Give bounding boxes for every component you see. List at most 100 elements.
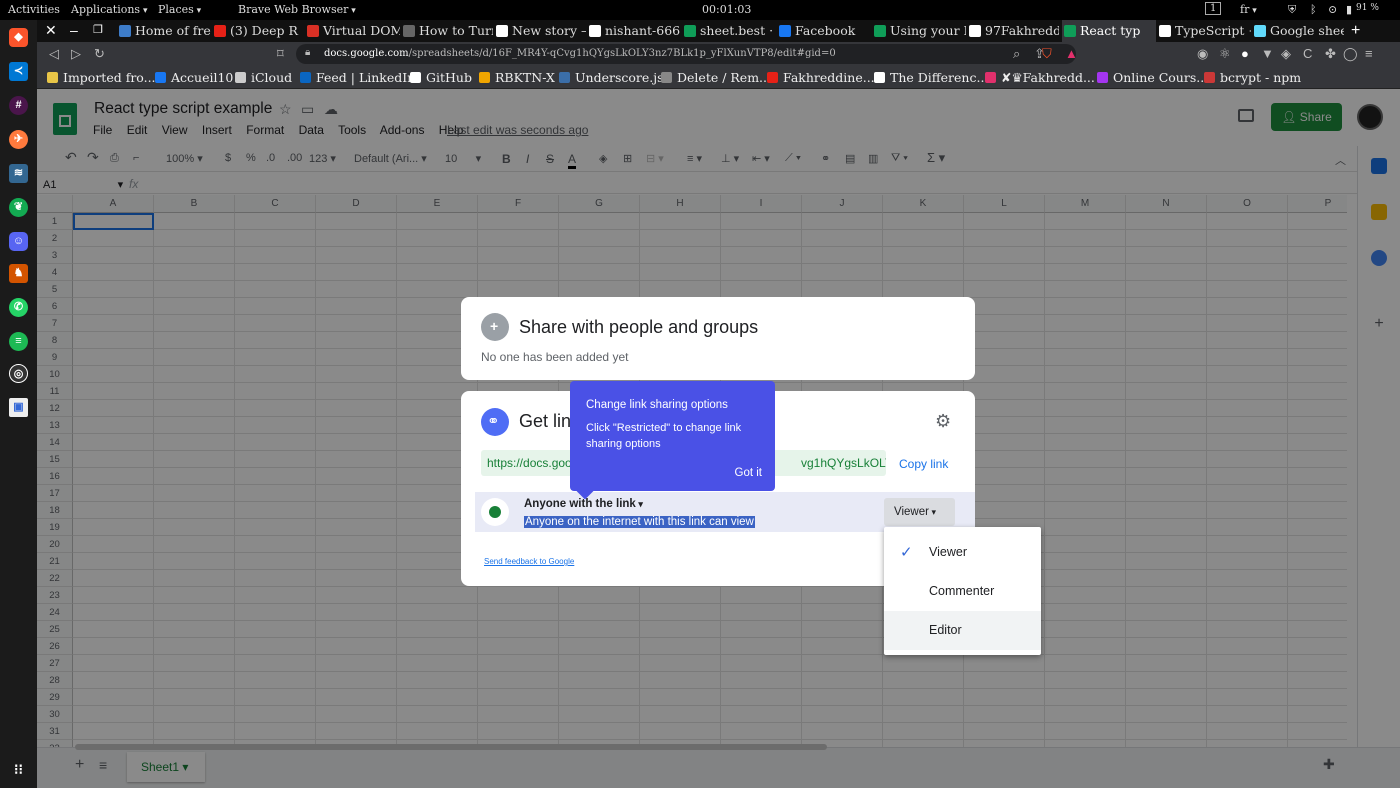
browser-tab[interactable]: (3) Deep R bbox=[212, 20, 304, 42]
tooltip-title: Change link sharing options bbox=[586, 399, 728, 411]
clock[interactable]: 00:01:03 bbox=[702, 3, 751, 16]
browser-tab[interactable]: TypeScript + bbox=[1157, 20, 1251, 42]
game-icon[interactable]: ♞ bbox=[9, 264, 28, 283]
browser-tab[interactable]: nishant-666 bbox=[587, 20, 681, 42]
linkedin-icon bbox=[300, 72, 311, 83]
battery-icon[interactable]: ▮ bbox=[1346, 3, 1352, 16]
bookmark-item[interactable]: iCloud bbox=[235, 70, 292, 85]
keyboard-layout[interactable]: fr bbox=[1240, 3, 1257, 16]
extension-icon[interactable]: ◈ bbox=[1281, 46, 1291, 62]
url-input[interactable]: docs.google.com/spreadsheets/d/16F_MR4Y-… bbox=[296, 44, 1076, 64]
whatsapp-icon[interactable]: ✆ bbox=[9, 298, 28, 317]
slack-icon[interactable]: # bbox=[9, 96, 28, 115]
reload-icon[interactable]: ↻ bbox=[94, 46, 105, 62]
share-title[interactable]: Share with people and groups bbox=[519, 317, 758, 338]
copy-link-button[interactable]: Copy link bbox=[899, 457, 948, 471]
role-option-label: Viewer bbox=[929, 545, 967, 559]
app-grid-icon[interactable]: ⁝⁝ bbox=[9, 760, 28, 779]
bookmark-item[interactable]: RBKTN-X bbox=[479, 70, 555, 85]
files-icon[interactable]: ▣ bbox=[9, 398, 28, 417]
got-it-button[interactable]: Got it bbox=[735, 467, 762, 479]
close-window-icon[interactable]: ✕ bbox=[45, 20, 57, 42]
browser-tab[interactable]: Using your I bbox=[872, 20, 966, 42]
bookmark-item[interactable]: Accueil10 bbox=[155, 70, 233, 85]
zoom-icon[interactable]: ⌕ bbox=[1013, 46, 1020, 62]
tab-favicon bbox=[119, 25, 131, 37]
role-dropdown-button[interactable]: Viewer bbox=[884, 498, 955, 526]
menu-icon[interactable]: ≡ bbox=[1365, 46, 1373, 61]
postman-icon[interactable]: ✈ bbox=[9, 130, 28, 149]
bookmark-item[interactable]: Delete / Rem... bbox=[661, 70, 771, 85]
browser-tab[interactable]: New story – bbox=[494, 20, 586, 42]
bookmark-label: Delete / Rem... bbox=[677, 70, 771, 85]
bookmark-label: Online Cours... bbox=[1113, 70, 1209, 85]
browser-tab-active[interactable]: React typ bbox=[1062, 20, 1156, 42]
send-feedback-link[interactable]: Send feedback to Google bbox=[484, 557, 574, 566]
bookmark-item[interactable]: Fakhreddine... bbox=[767, 70, 875, 85]
activities-button[interactable]: Activities bbox=[8, 3, 60, 16]
shield-icon[interactable]: ⛨ bbox=[1288, 3, 1296, 17]
tab-favicon bbox=[403, 25, 415, 37]
mongodb-icon[interactable]: ❦ bbox=[9, 198, 28, 217]
react-devtools-icon[interactable]: ⚛ bbox=[1219, 46, 1231, 62]
tab-label: Facebook bbox=[795, 23, 856, 38]
bookmark-icon[interactable]: ⌑ bbox=[277, 46, 284, 62]
browser-tab[interactable]: Google shee bbox=[1252, 20, 1344, 42]
obs-icon[interactable]: ◎ bbox=[9, 364, 28, 383]
bookmark-item[interactable]: ✘♛Fakhredd... bbox=[985, 70, 1095, 85]
brave-rewards-icon[interactable]: ▲ bbox=[1065, 46, 1078, 61]
bookmark-item[interactable]: The Differenc... bbox=[874, 70, 988, 85]
vue-devtools-icon[interactable]: ▼ bbox=[1261, 46, 1274, 61]
role-option-editor[interactable]: Editor bbox=[884, 611, 1041, 650]
bookmark-item[interactable]: Underscore.js bbox=[559, 70, 664, 85]
browser-tab[interactable]: How to Turn bbox=[401, 20, 493, 42]
browser-tab[interactable]: Virtual DOM bbox=[305, 20, 400, 42]
restore-window-icon[interactable]: ❐ bbox=[93, 20, 103, 42]
new-tab-icon[interactable]: + bbox=[1351, 20, 1360, 42]
bookmark-folder[interactable]: Imported fro... bbox=[47, 70, 156, 85]
bookmark-item[interactable]: bcrypt - npm bbox=[1204, 70, 1301, 85]
database-icon[interactable]: ≋ bbox=[9, 164, 28, 183]
role-option-commenter[interactable]: Commenter bbox=[884, 572, 1041, 611]
url-domain: docs.google.com bbox=[324, 48, 409, 59]
role-option-viewer[interactable]: ✓ Viewer bbox=[884, 533, 1041, 572]
tab-favicon bbox=[1064, 25, 1076, 37]
bookmark-item[interactable]: Feed | LinkedIn bbox=[300, 70, 415, 85]
forward-icon[interactable]: ▷ bbox=[71, 46, 81, 62]
bookmark-item[interactable]: Online Cours... bbox=[1097, 70, 1208, 85]
browser-tab[interactable]: Home of free bbox=[117, 20, 211, 42]
tab-label: Virtual DOM bbox=[323, 23, 400, 38]
browser-tab[interactable]: sheet.best · A bbox=[682, 20, 774, 42]
places-menu[interactable]: Places bbox=[158, 3, 201, 16]
extensions-puzzle-icon[interactable]: ✤ bbox=[1325, 46, 1336, 62]
discord-icon[interactable]: ☺ bbox=[9, 232, 28, 251]
link-access-dropdown[interactable]: Anyone with the link bbox=[524, 498, 643, 510]
bookmark-label: ✘♛Fakhredd... bbox=[1001, 70, 1095, 85]
vscode-icon[interactable]: ≺ bbox=[9, 62, 28, 81]
tab-favicon bbox=[779, 25, 791, 37]
minimize-window-icon[interactable]: – bbox=[70, 20, 78, 42]
tab-label: Google shee bbox=[1270, 23, 1344, 38]
spotify-icon[interactable]: ≡ bbox=[9, 332, 28, 351]
back-icon[interactable]: ◁ bbox=[49, 46, 59, 62]
browser-tab[interactable]: Facebook bbox=[777, 20, 869, 42]
bluetooth-icon[interactable]: ᛒ bbox=[1310, 3, 1317, 16]
extension-icon[interactable]: ◉ bbox=[1197, 46, 1208, 62]
bookmark-item[interactable]: GitHub bbox=[410, 70, 472, 85]
browser-app-menu[interactable]: Brave Web Browser bbox=[238, 3, 356, 16]
brave-icon[interactable]: ◆ bbox=[9, 28, 28, 47]
brave-shield-icon[interactable]: ⛉ bbox=[1042, 46, 1052, 62]
extension-icon[interactable]: C bbox=[1303, 46, 1312, 61]
browser-tab[interactable]: 97Fakhredd bbox=[967, 20, 1059, 42]
applications-menu[interactable]: Applications bbox=[71, 3, 147, 16]
network-icon[interactable]: ⊙ bbox=[1328, 3, 1337, 16]
tab-label: nishant-666 bbox=[605, 23, 681, 38]
tab-favicon bbox=[1159, 25, 1171, 37]
extension-icon[interactable]: ● bbox=[1241, 46, 1249, 61]
profile-icon[interactable]: ◯ bbox=[1343, 46, 1358, 62]
gear-icon[interactable]: ⚙ bbox=[935, 411, 951, 432]
tab-label: React typ bbox=[1080, 23, 1141, 38]
tab-label: How to Turn bbox=[419, 23, 493, 38]
workspace-indicator[interactable]: 1 bbox=[1205, 2, 1222, 15]
lock-icon: 🔒︎ bbox=[305, 47, 311, 58]
